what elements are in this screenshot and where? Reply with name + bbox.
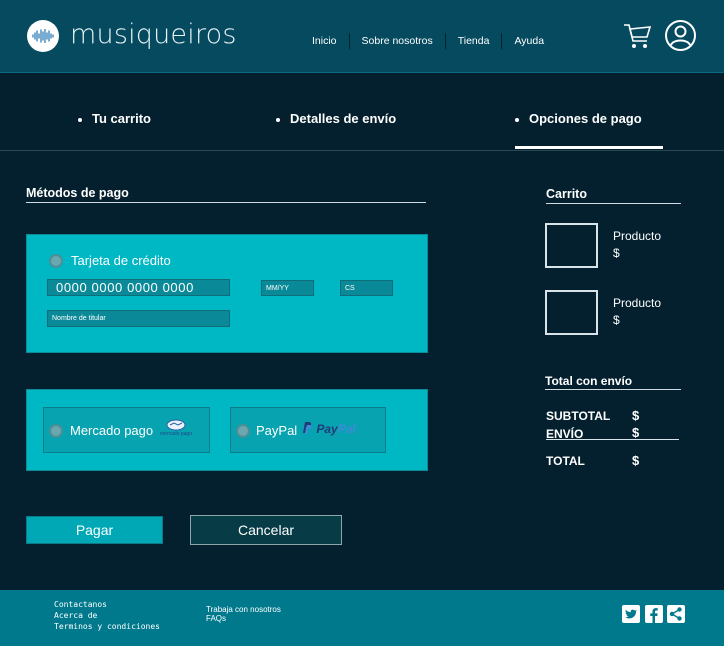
checkout-steps: Tu carrito Detalles de envío Opciones de… [0,74,724,151]
subtotal-label: SUBTOTAL [546,409,611,423]
credit-card-radio[interactable] [49,254,63,268]
mercadopago-logo-text: mercado pago [160,431,192,437]
paypal-p-icon [303,422,312,434]
paypal-logo-pay: Pay [316,422,338,436]
shipping-value: $ [632,425,640,440]
footer-link-faqs[interactable]: FAQs [206,614,281,623]
pay-button[interactable]: Pagar [26,516,163,544]
step-payment[interactable]: Opciones de pago [515,111,642,126]
cart-title: Carrito [546,187,587,201]
twitter-icon[interactable] [622,605,640,623]
product-name: Producto [613,296,662,310]
product-thumbnail[interactable] [545,290,598,335]
mercadopago-logo-icon: mercado pago [160,418,192,442]
expiry-input[interactable]: MM/YY [261,280,314,296]
product-price: $ [613,246,620,260]
totals-divider [546,439,679,440]
step-shipping[interactable]: Detalles de envío [276,111,396,126]
footer-link-terminos[interactable]: Terminos y condiciones [54,621,160,632]
alt-payment-panel: Mercado pago mercado pago PayPal PayPal [26,389,428,471]
product-name: Producto [613,229,662,243]
footer: Contactanos Acerca de Terminos y condici… [0,590,724,646]
step-shipping-label: Detalles de envío [290,111,397,126]
main-nav: Inicio Sobre nosotros Tienda Ayuda [300,33,556,49]
mercadopago-label: Mercado pago [70,423,154,438]
nav-sobre-nosotros[interactable]: Sobre nosotros [350,33,446,49]
step-payment-label: Opciones de pago [529,111,642,126]
nav-inicio[interactable]: Inicio [300,33,350,49]
waveform-logo-icon[interactable] [27,20,59,52]
step-bullet [78,117,82,122]
product-price: $ [613,313,620,327]
section-divider [545,389,681,390]
payment-methods-title: Métodos de pago [26,186,129,200]
credit-card-label: Tarjeta de crédito [71,253,171,268]
paypal-label: PayPal [256,423,298,438]
step-cart-label: Tu carrito [92,111,151,126]
section-divider [546,203,681,204]
nav-tienda[interactable]: Tienda [446,33,503,49]
top-bar: musiqueiros Inicio Sobre nosotros Tienda… [0,0,724,73]
active-step-indicator [515,146,663,149]
footer-link-contactanos[interactable]: Contactanos [54,599,160,610]
brand-name[interactable]: musiqueiros [70,19,237,50]
credit-card-panel: Tarjeta de crédito 0000 0000 0000 0000 M… [26,234,428,353]
paypal-logo: PayPal [303,422,356,436]
subtotal-value: $ [632,408,640,423]
cart-item: Producto $ [613,295,661,329]
facebook-icon[interactable] [645,605,663,623]
cvv-input[interactable]: CS [340,280,393,296]
product-thumbnail[interactable] [545,223,598,268]
mercadopago-option[interactable]: Mercado pago mercado pago [43,407,210,453]
user-account-icon[interactable] [664,19,697,52]
mercadopago-radio[interactable] [49,424,63,438]
step-bullet [515,117,519,122]
step-bullet [276,117,280,122]
cardholder-name-input[interactable]: Nombre de titular [47,310,230,327]
paypal-option[interactable]: PayPal PayPal [230,407,386,453]
cancel-button[interactable]: Cancelar [190,515,342,545]
total-label: TOTAL [546,454,585,468]
card-number-input[interactable]: 0000 0000 0000 0000 [47,279,230,296]
paypal-radio[interactable] [236,424,250,438]
total-value: $ [632,453,640,468]
nav-ayuda[interactable]: Ayuda [502,33,556,49]
shopping-cart-icon[interactable] [622,22,652,50]
footer-links-1: Contactanos Acerca de Terminos y condici… [54,599,160,632]
footer-link-acerca[interactable]: Acerca de [54,610,160,621]
cart-item: Producto $ [613,228,661,262]
total-with-shipping-title: Total con envío [545,374,633,388]
paypal-logo-pal: Pal [337,422,356,436]
share-icon[interactable] [667,605,685,623]
footer-link-trabaja[interactable]: Trabaja con nosotros [206,605,281,614]
step-cart[interactable]: Tu carrito [78,111,151,126]
footer-links-2: Trabaja con nosotros FAQs [206,605,281,623]
section-divider [26,202,426,203]
